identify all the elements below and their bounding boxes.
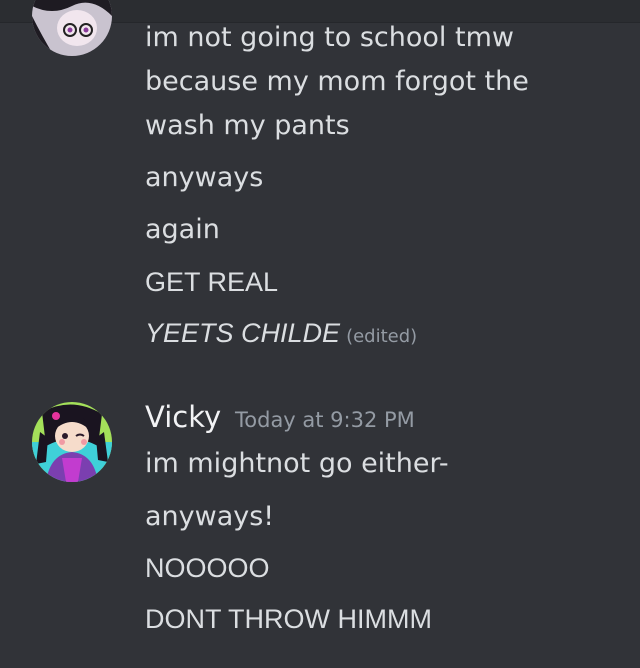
avatar-image-icon [32,402,112,482]
user-avatar-top[interactable] [32,0,112,56]
vicky-avatar[interactable] [32,402,112,482]
message-line-edited: YEETS CHILDE (edited) [145,311,417,359]
message-line: anyways! [145,501,275,532]
message-line: im mightnot go either- [145,448,449,479]
message-text: YEETS CHILDE [145,318,341,348]
edited-label: (edited) [346,326,418,347]
message-line: NOOOOO [145,553,270,583]
avatar-image-icon [32,0,112,56]
message-line: DONT THROW HIMMM [145,604,432,634]
message-line: im not going to school tmw [145,22,514,53]
message-username[interactable]: Vicky [145,400,221,434]
message-line: because my mom forgot the [145,66,529,97]
message-line: anyways [145,162,264,193]
message-line: again [145,214,220,245]
message-line: wash my pants [145,110,350,141]
message-line: GET REAL [145,267,279,297]
message-timestamp: Today at 9:32 PM [235,408,415,432]
